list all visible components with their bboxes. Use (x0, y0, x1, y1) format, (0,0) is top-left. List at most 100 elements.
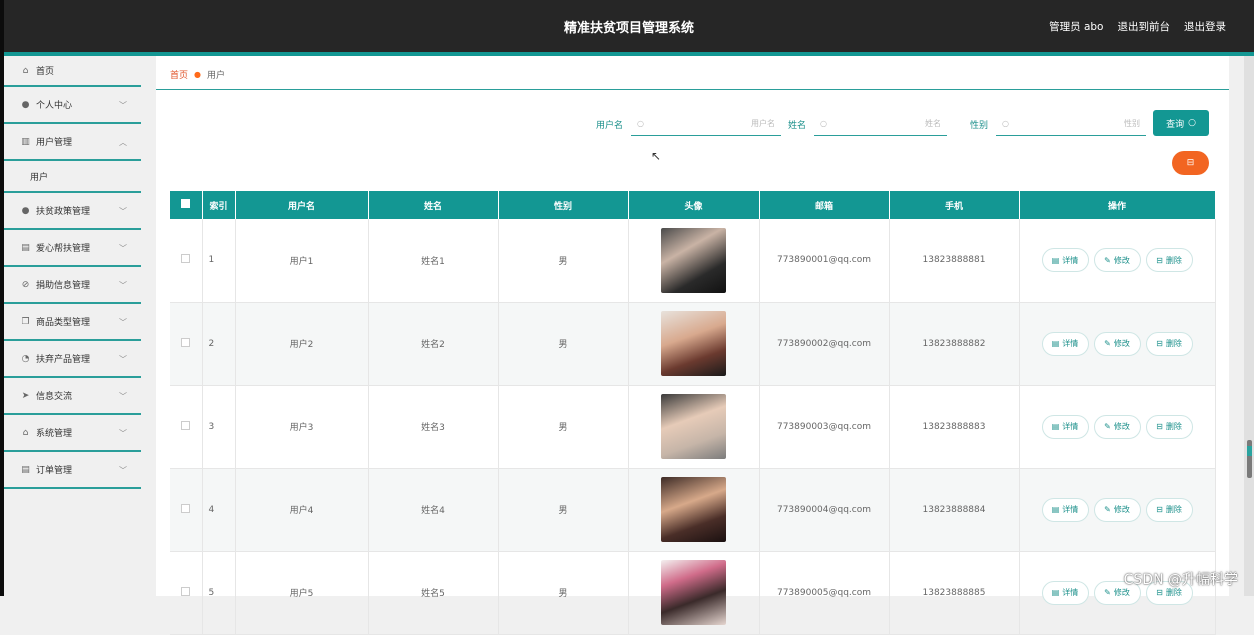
cell-email: 773890001@qq.com (759, 219, 890, 303)
sidebar-item-system[interactable]: ⌂ 系统管理 ﹀ (4, 415, 141, 452)
sidebar-item-home[interactable]: ⌂ 首页 (4, 56, 141, 87)
row-checkbox[interactable] (170, 468, 203, 552)
cell-actions: ▤ 详情 ✎ 修改 ⊟ 删除 (1019, 302, 1216, 386)
delete-button[interactable]: ⊟ 删除 (1145, 414, 1193, 439)
cell-gender: 男 (498, 385, 629, 469)
breadcrumb-current: 用户 (207, 71, 226, 81)
delete-button[interactable]: ⊟ 删除 (1145, 331, 1193, 356)
query-button[interactable]: 查询 ○ (1153, 110, 1209, 136)
sidebar-item-profile[interactable]: ● 个人中心 ﹀ (4, 87, 141, 124)
sidebar-item-aid[interactable]: ▤ 爱心帮扶管理 ﹀ (4, 230, 141, 267)
detail-icon: ▤ (1051, 255, 1060, 265)
detail-icon: ▤ (1051, 505, 1060, 514)
chevron-down-icon: ﹀ (119, 244, 127, 253)
doc-icon: ▤ (21, 242, 30, 253)
delete-button[interactable]: ⊟ 删除 (1145, 248, 1193, 273)
gender-search-input[interactable]: ○ 性别 (996, 111, 1146, 136)
edit-button[interactable]: ✎ 修改 (1093, 414, 1141, 439)
sidebar-item-label: 首页 (36, 67, 55, 77)
chevron-down-icon: ﹀ (119, 429, 127, 438)
cell-phone: 13823888882 (889, 302, 1020, 386)
table-header-row: 索引 用户名 姓名 性别 头像 邮箱 手机 操作 (170, 191, 1216, 219)
cell-index: 1 (202, 219, 236, 303)
col-header-username: 用户名 (235, 191, 369, 219)
avatar (661, 477, 726, 542)
breadcrumb: 首页 ● 用户 (170, 68, 225, 81)
avatar (661, 227, 726, 293)
row-checkbox[interactable] (170, 385, 203, 469)
sidebar-item-product[interactable]: ◔ 扶弃产品管理 ﹀ (4, 341, 141, 378)
sidebar-item-label: 信息交流 (36, 392, 73, 402)
edit-icon: ✎ (1104, 255, 1111, 265)
sidebar-item-policy[interactable]: ● 扶贫政策管理 ﹀ (4, 193, 141, 230)
chevron-down-icon: ﹀ (119, 101, 127, 110)
avatar (661, 560, 726, 625)
trash-icon: ⊟ (1156, 505, 1163, 514)
sidebar-item-messages[interactable]: ➤ 信息交流 ﹀ (4, 378, 141, 415)
sidebar-item-orders[interactable]: ▤ 订单管理 ﹀ (4, 452, 141, 489)
sidebar-item-label: 商品类型管理 (36, 318, 91, 328)
row-checkbox[interactable] (170, 551, 203, 635)
scrollbar[interactable] (1244, 56, 1254, 596)
edit-button[interactable]: ✎ 修改 (1093, 248, 1141, 273)
cell-gender: 男 (498, 302, 629, 386)
cell-username: 用户3 (235, 385, 369, 469)
sidebar-item-label: 扶弃产品管理 (36, 355, 91, 365)
sidebar-item-user-management[interactable]: ▥ 用户管理 ︿ (4, 124, 141, 161)
table-row: 2 用户2 姓名2 男 773890002@qq.com 13823888882… (170, 302, 1216, 386)
chevron-down-icon: ﹀ (119, 281, 127, 290)
cell-actions: ▤ 详情 ✎ 修改 ⊟ 删除 (1019, 551, 1216, 635)
delete-button[interactable]: ⊟ 删除 (1145, 497, 1193, 522)
sidebar-subitem-user[interactable]: 用户 (4, 161, 141, 193)
username-search-input[interactable]: ○ 用户名 (631, 111, 781, 136)
table-row: 3 用户3 姓名3 男 773890003@qq.com 13823888883… (170, 385, 1216, 469)
chevron-down-icon: ﹀ (119, 466, 127, 475)
select-all-checkbox[interactable] (170, 191, 203, 219)
chevron-down-icon: ﹀ (119, 355, 127, 364)
search-icon: ○ (1002, 118, 1009, 128)
detail-button[interactable]: ▤ 详情 (1041, 248, 1089, 273)
detail-button[interactable]: ▤ 详情 (1041, 414, 1089, 439)
exit-front-link[interactable]: 退出到前台 (1118, 19, 1171, 34)
username-label: 用户名 (596, 121, 624, 131)
bulk-delete-button[interactable]: ⊟ (1172, 151, 1209, 175)
main-content: 首页 ● 用户 用户名 ○ 用户名 姓名 ○ 姓名 性别 ○ 性别 查询 ○ ⊟… (156, 56, 1229, 635)
trash-icon: ⊟ (1156, 255, 1163, 265)
admin-label: 管理员 abo (1049, 21, 1104, 33)
sidebar-item-donation[interactable]: ⊘ 捐助信息管理 ﹀ (4, 267, 141, 304)
trash-icon: ⊟ (1186, 158, 1195, 168)
row-checkbox[interactable] (170, 219, 203, 303)
avatar (661, 394, 726, 459)
sidebar-item-label: 订单管理 (36, 466, 73, 476)
watermark: CSDN @升幅科学 (1123, 572, 1238, 588)
breadcrumb-home[interactable]: 首页 (170, 68, 188, 81)
logout-link[interactable]: 退出登录 (1184, 19, 1226, 34)
sidebar-item-label: 爱心帮扶管理 (36, 244, 91, 254)
name-search-input[interactable]: ○ 姓名 (814, 111, 947, 136)
name-label: 姓名 (788, 121, 807, 131)
top-bar: 精准扶贫项目管理系统 管理员 abo 退出到前台 退出登录 (4, 0, 1254, 52)
edit-button[interactable]: ✎ 修改 (1093, 331, 1141, 356)
sidebar-item-label: 用户管理 (36, 138, 73, 148)
copy-icon: ❐ (21, 316, 30, 327)
table-row: 4 用户4 姓名4 男 773890004@qq.com 13823888884… (170, 468, 1216, 552)
sidebar-item-label: 扶贫政策管理 (36, 207, 91, 217)
cell-username: 用户5 (235, 551, 369, 635)
sidebar-item-product-type[interactable]: ❐ 商品类型管理 ﹀ (4, 304, 141, 341)
cell-gender: 男 (498, 219, 629, 303)
sidebar-item-label: 捐助信息管理 (36, 281, 91, 291)
cell-email: 773890003@qq.com (759, 385, 890, 469)
trash-icon: ⊟ (1156, 422, 1163, 431)
row-checkbox[interactable] (170, 302, 203, 386)
person-icon: ● (21, 99, 30, 110)
edit-button[interactable]: ✎ 修改 (1093, 497, 1141, 522)
detail-button[interactable]: ▤ 详情 (1041, 331, 1089, 356)
col-header-phone: 手机 (889, 191, 1020, 219)
home-icon: ⌂ (22, 65, 29, 76)
detail-button[interactable]: ▤ 详情 (1041, 580, 1089, 605)
cell-name: 姓名5 (368, 551, 499, 635)
search-icon: ○ (637, 118, 644, 128)
cell-avatar (628, 302, 760, 386)
detail-button[interactable]: ▤ 详情 (1041, 497, 1089, 522)
avatar (661, 311, 726, 376)
